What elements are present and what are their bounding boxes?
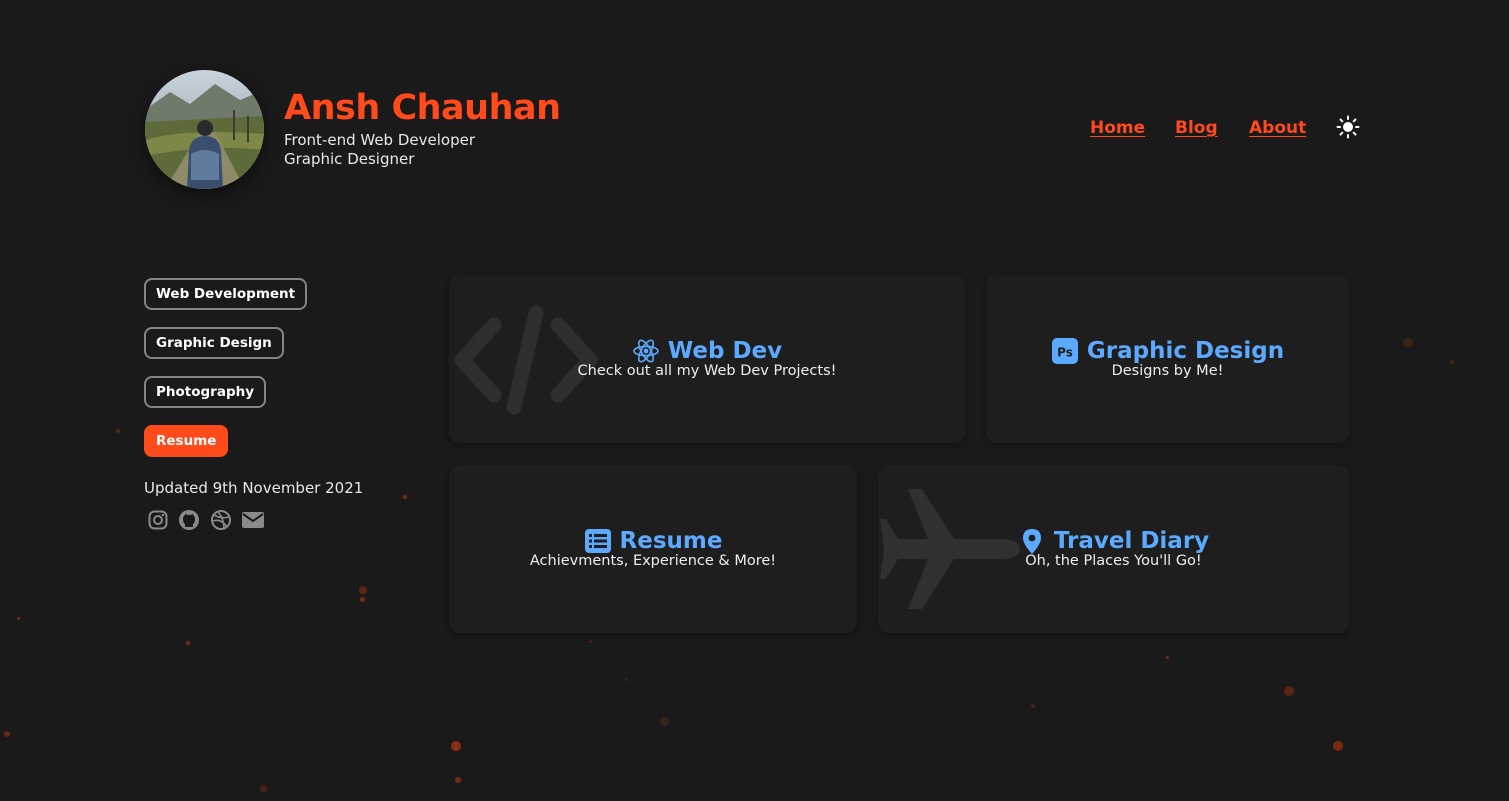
particle <box>1403 338 1413 348</box>
dribbble-link[interactable] <box>210 509 232 531</box>
sun-icon <box>1336 115 1360 139</box>
particle <box>625 678 628 681</box>
particle <box>360 597 365 602</box>
svg-text:Ps: Ps <box>1057 346 1073 360</box>
particle <box>17 617 20 620</box>
particle <box>403 495 407 499</box>
card-subtitle: Designs by Me! <box>1111 363 1224 379</box>
particle <box>260 785 267 792</box>
particle <box>589 640 592 643</box>
pill-resume[interactable]: Resume <box>144 425 229 457</box>
photoshop-icon: Ps <box>1051 338 1078 364</box>
card-subtitle: Achievments, Experience & More! <box>529 553 777 569</box>
avatar-photo <box>145 70 264 189</box>
pill-photography[interactable]: Photography <box>144 376 267 408</box>
github-link[interactable] <box>178 509 200 531</box>
particle <box>1284 686 1294 696</box>
card-graphic-design[interactable]: Ps Graphic Design Designs by Me! <box>986 275 1349 443</box>
particle <box>455 777 461 783</box>
particle <box>1031 704 1035 708</box>
role-line-1: Front-end Web Developer <box>284 131 475 149</box>
avatar <box>145 70 264 189</box>
updated-date: Updated 9th November 2021 <box>144 479 364 497</box>
card-travel-diary[interactable]: Travel Diary Oh, the Places You'll Go! <box>878 465 1349 633</box>
particle <box>451 741 461 751</box>
card-subtitle: Oh, the Places You'll Go! <box>1025 553 1202 569</box>
github-icon <box>179 510 199 530</box>
card-resume[interactable]: Resume Achievments, Experience & More! <box>449 465 857 633</box>
theme-toggle[interactable] <box>1336 115 1360 139</box>
map-pin-icon <box>1022 529 1041 554</box>
card-title: Graphic Design <box>1086 338 1285 364</box>
particle <box>1333 741 1343 751</box>
instagram-link[interactable] <box>147 509 169 531</box>
card-web-dev[interactable]: Web Dev Check out all my Web Dev Project… <box>449 275 965 443</box>
nav-blog[interactable]: Blog <box>1175 118 1218 138</box>
pill-web-development[interactable]: Web Development <box>144 278 308 310</box>
pill-graphic-design[interactable]: Graphic Design <box>144 327 284 359</box>
particle <box>116 429 120 433</box>
nav-home[interactable]: Home <box>1090 118 1145 138</box>
particle <box>660 717 669 726</box>
instagram-icon <box>148 510 168 530</box>
react-icon <box>633 339 659 363</box>
card-title: Web Dev <box>667 338 783 364</box>
card-subtitle: Check out all my Web Dev Projects! <box>577 363 837 379</box>
envelope-icon <box>242 512 264 528</box>
role-line-2: Graphic Designer <box>284 150 415 168</box>
particle <box>359 586 367 594</box>
dribbble-icon <box>211 510 231 530</box>
card-title: Travel Diary <box>1053 528 1210 554</box>
site-title: Ansh Chauhan <box>284 88 561 128</box>
nav-about[interactable]: About <box>1249 118 1306 138</box>
card-title: Resume <box>619 528 723 554</box>
particle <box>4 731 10 737</box>
email-link[interactable] <box>241 509 264 531</box>
list-icon <box>584 529 611 553</box>
particle <box>186 641 190 645</box>
particle <box>1166 656 1169 659</box>
particle <box>1450 360 1454 364</box>
